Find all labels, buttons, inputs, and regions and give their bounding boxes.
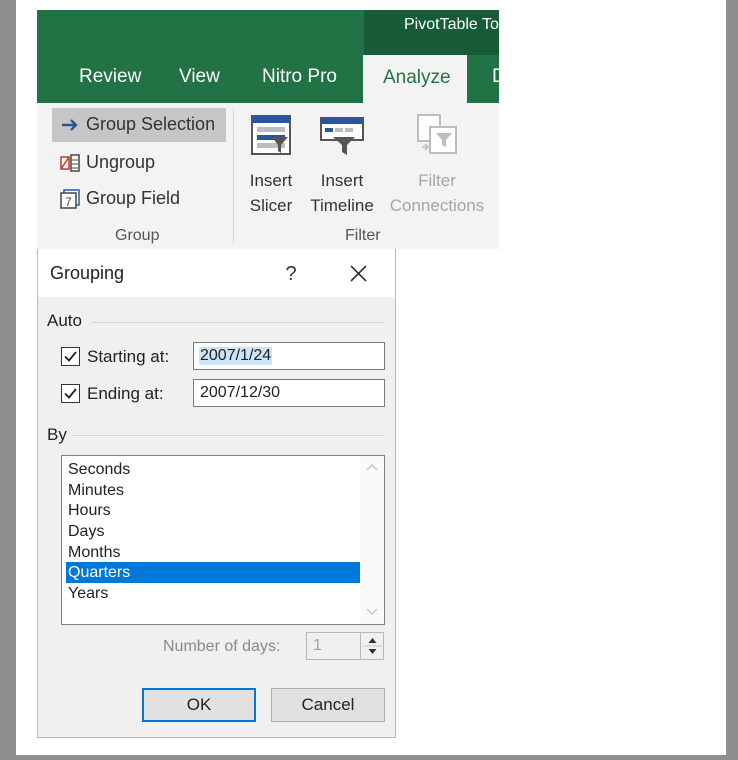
list-item-quarters[interactable]: Quarters: [66, 562, 360, 583]
ungroup-icon: [60, 154, 80, 172]
list-item-hours[interactable]: Hours: [66, 500, 360, 521]
window-frame-right: [726, 0, 738, 760]
svg-text:7: 7: [65, 195, 72, 209]
starting-at-input[interactable]: 2007/1/24: [193, 342, 385, 370]
ok-button[interactable]: OK: [142, 688, 256, 722]
insert-timeline-button[interactable]: Insert Timeline: [305, 113, 379, 218]
list-item-months[interactable]: Months: [66, 542, 360, 563]
tab-nitro-pro[interactable]: Nitro Pro: [262, 66, 337, 88]
window-frame-bottom: [0, 755, 738, 760]
listbox-scrollbar[interactable]: [360, 456, 384, 624]
insert-slicer-line1: Insert: [249, 171, 293, 190]
ribbon-panel: Group Selection Ungroup 7 Group Field Gr…: [37, 103, 499, 249]
checkmark-icon: [64, 388, 77, 399]
list-item-minutes[interactable]: Minutes: [66, 480, 360, 501]
ending-at-checkbox[interactable]: [61, 384, 80, 403]
group-group-caption: Group: [115, 227, 160, 244]
ungroup-button[interactable]: Ungroup: [52, 146, 226, 180]
group-selection-label: Group Selection: [86, 114, 216, 134]
list-item-label: Quarters: [68, 564, 131, 581]
list-item-label: Minutes: [68, 482, 125, 499]
filter-connections-icon: [417, 114, 457, 154]
tab-analyze-label: Analyze: [383, 67, 451, 88]
filter-connections-line1: Filter: [418, 171, 456, 190]
list-item-label: Months: [68, 544, 121, 561]
list-item-label: Years: [68, 585, 109, 602]
checkmark-icon: [64, 351, 77, 362]
help-button[interactable]: ?: [276, 259, 306, 289]
tab-design[interactable]: D: [492, 66, 499, 88]
cancel-button[interactable]: Cancel: [271, 688, 385, 722]
auto-section-divider: [92, 322, 385, 323]
group-field-button[interactable]: 7 Group Field: [52, 182, 226, 216]
insert-slicer-button[interactable]: Insert Slicer: [243, 113, 299, 218]
insert-slicer-line2: Slicer: [249, 196, 293, 215]
number-of-days-value: 1: [313, 637, 322, 654]
tab-analyze[interactable]: Analyze: [363, 55, 467, 103]
close-button[interactable]: [344, 259, 374, 289]
ungroup-label: Ungroup: [86, 152, 156, 172]
filter-group-caption: Filter: [345, 227, 381, 244]
window-frame-left: [0, 0, 16, 760]
list-item-years[interactable]: Years: [66, 583, 360, 604]
number-of-days-spinner[interactable]: 1: [306, 632, 384, 660]
ending-at-value: 2007/12/30: [200, 384, 281, 401]
auto-section-label: Auto: [47, 311, 82, 330]
starting-at-label: Starting at:: [87, 347, 170, 366]
starting-at-value: 2007/1/24: [199, 347, 273, 365]
ending-at-input[interactable]: 2007/12/30: [193, 379, 385, 407]
insert-timeline-line1: Insert: [320, 171, 364, 190]
group-field-icon: 7: [60, 189, 80, 209]
starting-at-checkbox[interactable]: [61, 347, 80, 366]
by-section-divider: [72, 435, 385, 436]
tab-view[interactable]: View: [179, 66, 220, 88]
list-item-label: Seconds: [68, 461, 131, 478]
ribbon-tab-bar: PivotTable To Review View Nitro Pro Anal…: [37, 10, 499, 103]
contextual-tab-label: PivotTable To: [404, 16, 499, 33]
dialog-title-bar: Grouping ?: [38, 249, 395, 297]
tab-review[interactable]: Review: [79, 66, 141, 88]
list-item-days[interactable]: Days: [66, 521, 360, 542]
filter-connections-line2: Connections: [389, 196, 485, 215]
slicer-icon: [251, 115, 291, 155]
scroll-arrows-icon: [366, 463, 378, 616]
spinner-up-down-icon: [363, 638, 382, 654]
insert-timeline-line2: Timeline: [310, 196, 374, 215]
list-item-label: Days: [68, 523, 105, 540]
by-section-label: By: [47, 425, 67, 444]
group-field-label: Group Field: [86, 188, 181, 208]
by-listbox[interactable]: Seconds Minutes Hours Days Months Quarte…: [61, 455, 385, 625]
filter-connections-button[interactable]: Filter Connections: [383, 113, 491, 218]
spinner-arrows[interactable]: [360, 633, 384, 659]
group-selection-button[interactable]: Group Selection: [52, 108, 226, 142]
grouping-dialog: Grouping ? Auto Starting at: 2007/1/24 E…: [37, 249, 396, 738]
arrow-right-icon: [62, 119, 78, 131]
number-of-days-label: Number of days:: [163, 638, 281, 655]
dialog-title: Grouping: [50, 263, 125, 283]
list-item-seconds[interactable]: Seconds: [66, 459, 360, 480]
list-item-label: Hours: [68, 502, 111, 519]
ribbon-separator: [233, 109, 234, 243]
close-icon: [350, 265, 367, 282]
ending-at-label: Ending at:: [87, 384, 164, 403]
timeline-icon: [320, 117, 364, 155]
